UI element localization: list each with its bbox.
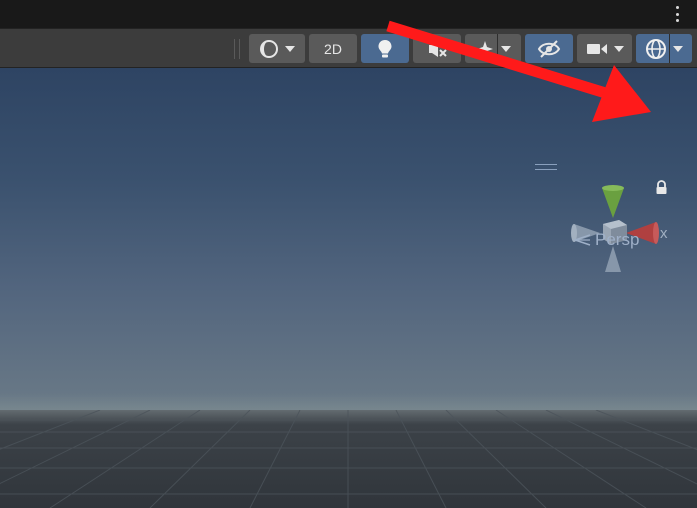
scene-toolbar: 2D: [0, 28, 697, 68]
ground-grid: [0, 410, 697, 508]
audio-toggle-button[interactable]: [413, 34, 461, 63]
kebab-menu-icon[interactable]: [674, 6, 680, 22]
chevron-down-icon: [673, 45, 683, 52]
visibility-toggle-button[interactable]: [525, 34, 573, 63]
audio-mute-icon: [429, 40, 447, 57]
scene-viewport[interactable]: x Persp: [0, 68, 697, 508]
toolbar-grip[interactable]: [234, 39, 240, 59]
lighting-toggle-button[interactable]: [361, 34, 409, 63]
chevron-down-icon: [501, 45, 511, 52]
split-divider: [497, 34, 498, 63]
lock-icon[interactable]: [655, 180, 668, 200]
toggle-2d-label: 2D: [324, 40, 342, 57]
lighting-icon: [378, 39, 392, 57]
chevron-down-icon: [285, 45, 295, 52]
orientation-gizmo[interactable]: [560, 168, 670, 278]
split-divider: [669, 34, 670, 63]
chevron-down-icon: [613, 45, 624, 52]
toggle-2d-button[interactable]: 2D: [309, 34, 357, 63]
projection-toggle[interactable]: Persp: [573, 230, 639, 250]
shading-mode-dropdown[interactable]: [249, 34, 305, 63]
gizmo-x-label: x: [660, 225, 668, 242]
window-title-bar: [0, 0, 697, 28]
gizmos-icon: [646, 38, 666, 59]
camera-dropdown[interactable]: [577, 34, 632, 63]
shading-mode-icon: [260, 39, 278, 58]
effects-icon: [477, 40, 493, 57]
overlay-drag-handle[interactable]: [535, 164, 557, 170]
effects-dropdown[interactable]: [465, 34, 521, 63]
gizmos-dropdown[interactable]: [636, 34, 692, 63]
camera-icon: [586, 43, 607, 54]
projection-label: Persp: [595, 230, 640, 249]
gizmo-y-cone[interactable]: [602, 188, 624, 218]
perspective-icon: [573, 234, 591, 246]
visibility-icon: [537, 39, 561, 58]
